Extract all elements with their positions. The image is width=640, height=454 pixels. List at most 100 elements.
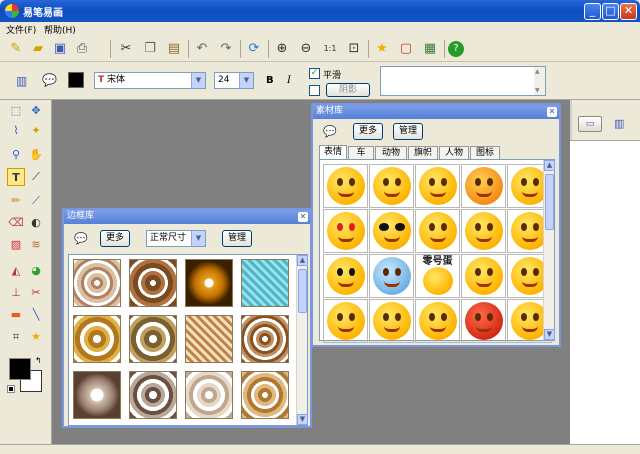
tab-icons[interactable]: 图标 [470, 146, 500, 159]
lasso-icon[interactable]: ⌇ [7, 122, 25, 140]
open-folder-icon[interactable]: ▰ [28, 39, 48, 59]
move-icon[interactable]: ✥ [27, 102, 45, 120]
book-icon[interactable]: ▥ [614, 117, 624, 130]
zoom-out-icon[interactable]: ⊖ [296, 39, 316, 59]
frame-size-select[interactable]: 正常尺寸 ▼ [146, 230, 206, 247]
tab-animals[interactable]: 动物 [375, 146, 407, 159]
tab-cars[interactable]: 车 [348, 146, 374, 159]
magic-wand-icon[interactable]: ✦ [27, 122, 45, 140]
frame-item[interactable] [241, 315, 289, 363]
scroll-down-icon[interactable]: ▼ [297, 414, 308, 425]
emoticon-item[interactable] [369, 164, 414, 208]
frame-item[interactable] [129, 315, 177, 363]
emoticon-item[interactable] [461, 209, 506, 253]
emoticon-item[interactable]: 零号蛋 [415, 254, 460, 298]
frame-more-button[interactable]: 更多 [100, 230, 130, 247]
material-manage-button[interactable]: 管理 [393, 123, 423, 140]
line-icon[interactable]: ╲ [27, 306, 45, 324]
zoom-in-icon[interactable]: ⊕ [272, 39, 292, 59]
card-icon[interactable]: ▭ [578, 116, 602, 132]
text-tool-icon[interactable]: T [7, 168, 25, 186]
crop-icon[interactable]: ⌗ [7, 328, 25, 346]
clone-stamp-icon[interactable]: ⊥ [7, 284, 25, 302]
bold-button[interactable]: B [266, 75, 274, 86]
close-button[interactable]: ✕ [620, 3, 637, 20]
smooth-checkbox[interactable]: ✓ [309, 68, 320, 79]
star-shape-icon[interactable]: ★ [27, 328, 45, 346]
emoticon-item[interactable] [369, 209, 414, 253]
font-size-select[interactable]: 24 ▼ [214, 72, 254, 89]
maximize-button[interactable]: □ [602, 3, 619, 20]
frame-item[interactable] [129, 371, 177, 419]
font-select[interactable]: T 宋体 ▼ [94, 72, 206, 89]
menu-file[interactable]: 文件(F) [6, 23, 36, 36]
text-input-area[interactable]: ▲ ▼ [380, 66, 546, 96]
frame-item[interactable] [241, 259, 289, 307]
refresh-icon[interactable]: ⟳ [244, 39, 264, 59]
undo-icon[interactable]: ↶ [192, 39, 212, 59]
emoticon-item[interactable] [461, 164, 506, 208]
fill-bucket-icon[interactable]: ◭ [7, 262, 25, 280]
frame-item[interactable] [73, 259, 121, 307]
frame-item[interactable] [73, 315, 121, 363]
emoticon-item[interactable] [323, 209, 368, 253]
frame-manage-button[interactable]: 管理 [222, 230, 252, 247]
layers-icon[interactable]: ▦ [420, 39, 440, 59]
material-more-button[interactable]: 更多 [353, 123, 383, 140]
gradient-icon[interactable]: ▨ [7, 236, 25, 254]
help-icon[interactable]: ? [448, 41, 464, 57]
text-color-swatch[interactable] [68, 72, 84, 88]
scroll-up-icon[interactable]: ▲ [297, 255, 308, 266]
magnifier-icon[interactable]: ⚲ [7, 146, 25, 164]
emoticon-item[interactable] [323, 299, 368, 343]
foreground-color-swatch[interactable] [9, 358, 31, 380]
emoticon-item[interactable] [369, 254, 414, 298]
emoticon-item[interactable] [323, 254, 368, 298]
chevron-down-icon[interactable]: ▼ [191, 231, 205, 246]
scroll-up-icon[interactable]: ▲ [544, 160, 555, 171]
rectangle-icon[interactable]: ▬ [7, 306, 25, 324]
frame-scrollbar[interactable]: ▲ ▼ [296, 255, 308, 425]
frame-item[interactable] [129, 259, 177, 307]
redo-icon[interactable]: ↷ [216, 39, 236, 59]
fit-window-icon[interactable]: ⊡ [344, 39, 364, 59]
scissors-icon[interactable]: ✂ [27, 284, 45, 302]
book-icon[interactable]: ▥ [16, 74, 27, 88]
emoticon-item[interactable] [415, 164, 460, 208]
eraser-icon[interactable]: ⌫ [7, 214, 25, 232]
frame-item[interactable] [185, 371, 233, 419]
chevron-down-icon[interactable]: ▼ [191, 73, 205, 88]
print-icon[interactable]: ⎙ [72, 39, 92, 59]
emoticon-item[interactable] [461, 299, 506, 343]
shadow-checkbox[interactable] [309, 85, 320, 96]
text-input-scrollbar[interactable]: ▲ ▼ [534, 67, 545, 95]
menu-help[interactable]: 帮助(H) [44, 23, 76, 36]
actual-size-icon[interactable]: 1:1 [320, 39, 340, 59]
frame-item[interactable] [241, 371, 289, 419]
swap-colors-icon[interactable]: ↰ [35, 356, 42, 365]
emoticon-item[interactable] [415, 209, 460, 253]
smudge-icon[interactable]: ≋ [27, 236, 45, 254]
cut-icon[interactable]: ✂ [116, 39, 136, 59]
save-icon[interactable]: ▣ [50, 39, 70, 59]
tab-people[interactable]: 人物 [439, 146, 469, 159]
rect-select-icon[interactable]: ⬚ [7, 102, 25, 120]
copy-icon[interactable]: ❐ [140, 39, 160, 59]
frame-item[interactable] [185, 259, 233, 307]
paint-can-icon[interactable]: ◕ [27, 262, 45, 280]
scroll-thumb[interactable] [298, 269, 307, 313]
contrast-icon[interactable]: ◐ [27, 214, 45, 232]
shadow-button[interactable]: 阴影 [326, 83, 370, 97]
emoticon-item[interactable] [461, 254, 506, 298]
brush-icon[interactable]: ⟋ [27, 192, 45, 210]
tab-emoticons[interactable]: 表情 [319, 145, 347, 159]
emoticon-scrollbar[interactable]: ▲ ▼ [543, 160, 555, 340]
eyedropper-icon[interactable]: ⟋ [27, 168, 45, 186]
minimize-button[interactable]: _ [584, 3, 601, 20]
close-icon[interactable]: ✕ [547, 107, 557, 117]
italic-button[interactable]: I [287, 75, 291, 86]
chevron-down-icon[interactable]: ▼ [239, 73, 253, 88]
speech-bubble-icon[interactable]: 💬 [42, 73, 57, 87]
hand-icon[interactable]: ✋ [27, 146, 45, 164]
scroll-down-icon[interactable]: ▼ [544, 329, 555, 340]
